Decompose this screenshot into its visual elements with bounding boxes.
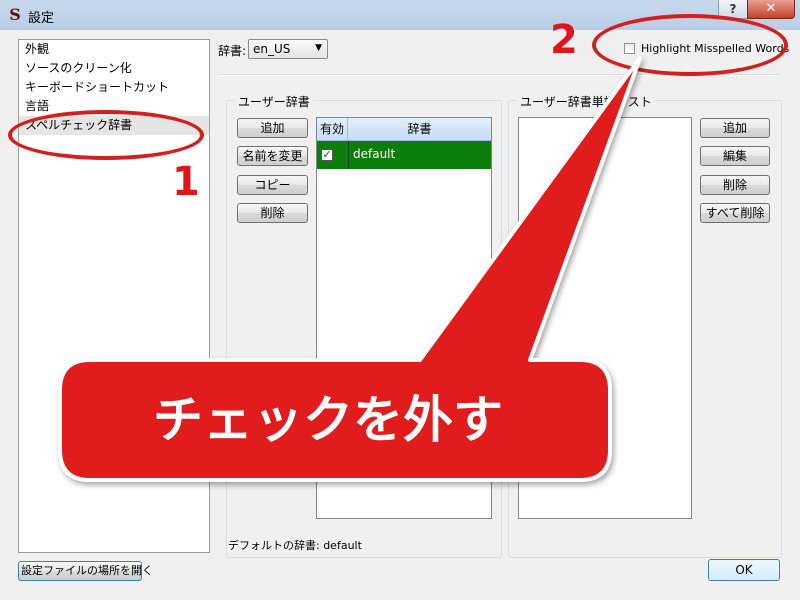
annotation-callout-text: チェックを外す: [153, 391, 503, 449]
annotation-callout-shape: [58, 56, 642, 482]
